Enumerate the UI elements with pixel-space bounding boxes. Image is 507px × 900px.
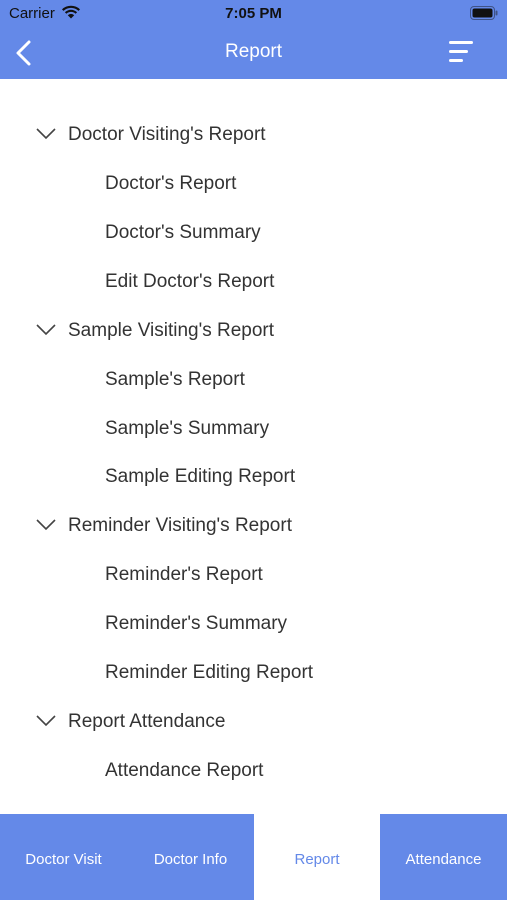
chevron-down-icon (36, 519, 56, 531)
chevron-down-icon (36, 128, 56, 140)
report-item-label: Sample's Report (105, 369, 245, 390)
group-label: Doctor Visiting's Report (68, 124, 266, 145)
report-item-reminders-summary[interactable]: Reminder's Summary (0, 604, 507, 644)
group-sample-visiting-report[interactable]: Sample Visiting's Report (0, 311, 507, 351)
report-item-label: Doctor's Report (105, 173, 237, 194)
report-item-sample-editing-report[interactable]: Sample Editing Report (0, 457, 507, 497)
chevron-down-icon (36, 324, 56, 336)
report-screen: Carrier 7:05 PM Report Doctor Visiting's… (0, 0, 507, 900)
group-label: Reminder Visiting's Report (68, 515, 292, 536)
report-item-label: Doctor's Summary (105, 222, 261, 243)
battery-icon (470, 6, 498, 20)
menu-button[interactable] (447, 39, 475, 65)
tab-doctor-info[interactable]: Doctor Info (127, 814, 254, 900)
tab-attendance[interactable]: Attendance (380, 814, 507, 900)
nav-bar: Report (0, 28, 507, 79)
report-item-doctors-summary[interactable]: Doctor's Summary (0, 213, 507, 253)
report-item-label: Reminder's Summary (105, 613, 288, 634)
report-item-label: Attendance Report (105, 760, 264, 781)
status-time: 7:05 PM (225, 5, 282, 22)
report-item-reminders-report[interactable]: Reminder's Report (0, 555, 507, 595)
group-label: Sample Visiting's Report (68, 320, 275, 341)
report-item-attendance-report[interactable]: Attendance Report (0, 751, 507, 791)
report-item-samples-summary[interactable]: Sample's Summary (0, 409, 507, 449)
tab-doctor-visit[interactable]: Doctor Visit (0, 814, 127, 900)
group-report-attendance[interactable]: Report Attendance (0, 702, 507, 742)
group-label: Report Attendance (68, 711, 226, 732)
report-item-label: Sample's Summary (105, 418, 270, 439)
report-item-label: Edit Doctor's Report (105, 271, 275, 292)
hamburger-menu-icon (449, 41, 473, 62)
chevron-down-icon (36, 715, 56, 727)
report-item-samples-report[interactable]: Sample's Report (0, 360, 507, 400)
report-item-edit-doctors-report[interactable]: Edit Doctor's Report (0, 262, 507, 302)
group-reminder-visiting-report[interactable]: Reminder Visiting's Report (0, 506, 507, 546)
report-item-doctors-report[interactable]: Doctor's Report (0, 164, 507, 204)
report-item-label: Reminder Editing Report (105, 662, 314, 683)
page-title: Report (224, 41, 283, 62)
report-list: Doctor Visiting's Report Doctor's Report… (0, 79, 507, 814)
group-doctor-visiting-report[interactable]: Doctor Visiting's Report (0, 115, 507, 155)
header: Carrier 7:05 PM Report (0, 0, 507, 79)
status-bar: Carrier 7:05 PM (0, 0, 507, 28)
report-item-reminder-editing-report[interactable]: Reminder Editing Report (0, 653, 507, 693)
tab-bar: Doctor Visit Doctor Info Report Attendan… (0, 814, 507, 900)
report-item-label: Sample Editing Report (105, 466, 296, 487)
report-item-label: Reminder's Report (105, 564, 263, 585)
tab-report[interactable]: Report (254, 814, 380, 900)
